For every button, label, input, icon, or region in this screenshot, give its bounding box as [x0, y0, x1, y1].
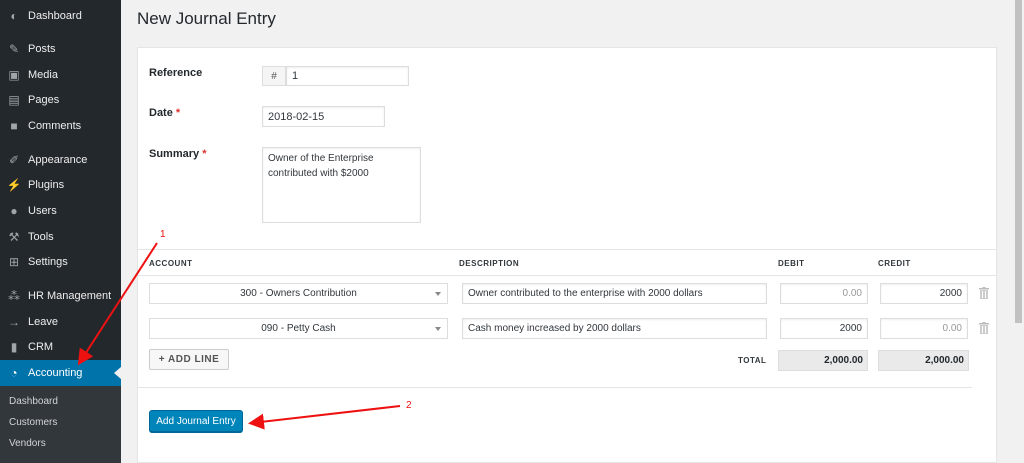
date-label-text: Date	[149, 107, 173, 119]
account-select-value: 090 - Petty Cash	[261, 323, 336, 334]
sidebar-item-label: CRM	[28, 341, 54, 353]
total-credit: 2,000.00	[878, 350, 969, 371]
settings-icon: ⊞	[8, 255, 20, 269]
dashboard-icon: ◐	[10, 9, 18, 23]
sidebar-item-crm[interactable]: ▮ CRM	[0, 334, 121, 360]
sidebar-item-label: Users	[28, 205, 57, 217]
trash-icon[interactable]	[979, 287, 989, 299]
debit-input[interactable]: 0.00	[780, 283, 868, 304]
sidebar-item-posts[interactable]: ✎ Posts	[0, 36, 121, 62]
accounting-submenu: Dashboard Customers Vendors	[0, 386, 121, 463]
debit-input[interactable]: 2000	[780, 318, 868, 339]
submenu-item-vendors[interactable]: Vendors	[9, 438, 46, 449]
trash-icon[interactable]	[979, 322, 989, 334]
pages-icon: ▤	[8, 93, 20, 107]
sidebar-item-label: Dashboard	[28, 10, 82, 22]
sidebar-item-media[interactable]: ▣ Media	[0, 62, 121, 88]
admin-sidebar: ◐ Dashboard ✎ Posts ▣ Media ▤ Pages ■ Co…	[0, 0, 121, 463]
users-icon: ●	[10, 204, 18, 218]
submenu-item-dashboard[interactable]: Dashboard	[9, 396, 58, 407]
pin-icon: ✎	[8, 42, 20, 56]
summary-textarea[interactable]: Owner of the Enterprise contributed with…	[262, 147, 421, 223]
description-column-header: DESCRIPTION	[459, 259, 520, 268]
divider	[138, 387, 972, 388]
add-line-button[interactable]: + ADD LINE	[149, 349, 229, 370]
sidebar-item-accounting[interactable]: ◔ Accounting	[0, 360, 121, 386]
chevron-down-icon	[435, 292, 441, 296]
debit-column-header: DEBIT	[778, 259, 805, 268]
wrench-icon: ⚒	[8, 230, 20, 244]
sidebar-item-leave[interactable]: → Leave	[0, 309, 121, 335]
chart-bars-icon: ▮	[10, 340, 18, 354]
pie-chart-icon: ◔	[10, 366, 18, 380]
sidebar-item-users[interactable]: ● Users	[0, 198, 121, 224]
submenu-item-customers[interactable]: Customers	[9, 417, 57, 428]
required-marker: *	[175, 107, 181, 119]
account-select[interactable]: 300 - Owners Contribution	[149, 283, 448, 304]
add-journal-entry-button[interactable]: Add Journal Entry	[149, 410, 243, 432]
sidebar-item-label: Comments	[28, 120, 82, 132]
credit-input[interactable]: 0.00	[880, 318, 968, 339]
sidebar-item-label: Leave	[28, 316, 58, 328]
sidebar-item-label: Pages	[28, 94, 60, 106]
account-select-value: 300 - Owners Contribution	[240, 288, 357, 299]
annotation-number-2: 2	[406, 400, 412, 411]
credit-column-header: CREDIT	[878, 259, 911, 268]
media-icon: ▣	[8, 68, 20, 82]
sidebar-item-pages[interactable]: ▤ Pages	[0, 87, 121, 113]
total-debit: 2,000.00	[778, 350, 868, 371]
arrow-right-icon: →	[8, 315, 20, 329]
summary-label: Summary *	[149, 148, 206, 160]
required-marker: *	[202, 148, 207, 160]
table-header: ACCOUNT DESCRIPTION DEBIT CREDIT	[138, 249, 996, 276]
chevron-down-icon	[435, 327, 441, 331]
comments-icon: ■	[10, 119, 18, 133]
scrollbar-thumb[interactable]	[1015, 0, 1022, 323]
sidebar-item-label: Settings	[28, 256, 68, 268]
credit-input[interactable]: 2000	[880, 283, 968, 304]
date-label: Date *	[149, 107, 180, 119]
page-title: New Journal Entry	[137, 9, 276, 28]
total-label: TOTAL	[738, 356, 767, 365]
sidebar-item-label: Media	[28, 69, 58, 81]
brush-icon: ✐	[8, 153, 20, 167]
description-input[interactable]: Owner contributed to the enterprise with…	[462, 283, 767, 304]
hr-icon: ⁂	[8, 289, 20, 303]
sidebar-item-plugins[interactable]: ⚡ Plugins	[0, 172, 121, 198]
account-column-header: ACCOUNT	[149, 259, 193, 268]
sidebar-item-label: Plugins	[28, 179, 65, 191]
reference-input[interactable]: 1	[286, 66, 409, 86]
sidebar-item-comments[interactable]: ■ Comments	[0, 113, 121, 139]
sidebar-item-dashboard[interactable]: ◐ Dashboard	[0, 3, 121, 29]
plugin-icon: ⚡	[6, 178, 22, 192]
reference-label: Reference	[149, 67, 203, 79]
sidebar-item-tools[interactable]: ⚒ Tools	[0, 224, 121, 250]
account-select[interactable]: 090 - Petty Cash	[149, 318, 448, 339]
sidebar-item-label: HR Management	[28, 290, 112, 302]
sidebar-item-label: Accounting	[28, 367, 83, 379]
sidebar-item-label: Tools	[28, 231, 54, 243]
sidebar-item-label: Posts	[28, 43, 56, 55]
annotation-number-1: 1	[160, 229, 166, 240]
sidebar-item-hr-management[interactable]: ⁂ HR Management	[0, 283, 121, 309]
sidebar-item-settings[interactable]: ⊞ Settings	[0, 249, 121, 275]
sidebar-item-label: Appearance	[28, 154, 88, 166]
description-input[interactable]: Cash money increased by 2000 dollars	[462, 318, 767, 339]
reference-prefix: #	[262, 66, 286, 86]
date-input[interactable]: 2018-02-15	[262, 106, 385, 127]
summary-label-text: Summary	[149, 148, 200, 160]
sidebar-item-appearance[interactable]: ✐ Appearance	[0, 147, 121, 173]
